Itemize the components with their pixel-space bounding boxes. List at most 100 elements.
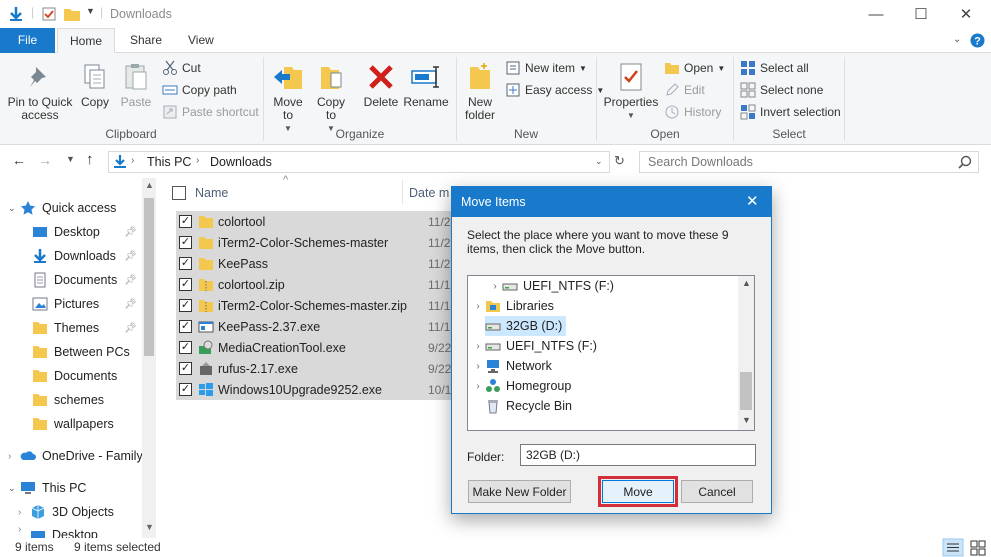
nav-item-themes[interactable]: Themes 📌︎ bbox=[32, 316, 137, 340]
scroll-up-icon[interactable]: ▲ bbox=[742, 278, 751, 288]
open-button[interactable]: Open ▼ bbox=[664, 58, 725, 78]
pin-to-quick-access-button[interactable]: Pin to Quick access bbox=[6, 61, 74, 122]
cut-button[interactable]: Cut bbox=[162, 58, 201, 78]
search-icon[interactable] bbox=[958, 155, 972, 169]
tree-item[interactable]: › Libraries bbox=[471, 296, 554, 316]
scroll-down-icon[interactable]: ▼ bbox=[742, 415, 751, 425]
collapse-chevron-icon[interactable]: ⌄ bbox=[8, 483, 20, 494]
row-checkbox[interactable]: ✓ bbox=[179, 236, 192, 249]
scroll-down-icon[interactable]: ▼ bbox=[145, 522, 154, 532]
dialog-title-bar[interactable]: Move Items ✕ bbox=[452, 187, 771, 217]
select-all-button[interactable]: Select all bbox=[740, 58, 809, 78]
nav-item-documents[interactable]: Documents 📌︎ bbox=[32, 268, 137, 292]
recent-locations-icon[interactable]: ▼ bbox=[66, 154, 75, 164]
row-checkbox[interactable]: ✓ bbox=[179, 341, 192, 354]
scroll-thumb[interactable] bbox=[740, 372, 752, 410]
new-folder-quick-icon[interactable] bbox=[64, 7, 80, 21]
nav-item-pictures[interactable]: Pictures 📌︎ bbox=[32, 292, 137, 316]
help-icon[interactable]: ? bbox=[970, 33, 985, 48]
row-checkbox[interactable]: ✓ bbox=[179, 362, 192, 375]
large-icons-view-icon[interactable] bbox=[968, 538, 988, 557]
maximize-button[interactable]: ☐ bbox=[898, 0, 944, 28]
tab-file[interactable]: File bbox=[0, 28, 55, 53]
delete-button[interactable]: Delete bbox=[361, 61, 401, 109]
row-checkbox[interactable]: ✓ bbox=[179, 257, 192, 270]
tab-home[interactable]: Home bbox=[57, 28, 115, 54]
customize-toolbar-icon[interactable]: ▼ bbox=[86, 6, 95, 16]
tree-item[interactable]: › UEFI_NTFS (F:) bbox=[471, 336, 597, 356]
folder-field[interactable]: 32GB (D:) bbox=[520, 444, 756, 466]
row-checkbox[interactable]: ✓ bbox=[179, 215, 192, 228]
expand-chevron-icon[interactable]: › bbox=[471, 381, 485, 392]
nav-item-schemes[interactable]: schemes bbox=[32, 388, 104, 412]
nav-desktop-partial[interactable]: › Desktop bbox=[18, 524, 98, 538]
invert-selection-button[interactable]: Invert selection bbox=[740, 102, 841, 122]
nav-quick-access[interactable]: ⌄ Quick access bbox=[8, 196, 116, 220]
breadcrumb-chevron-icon[interactable]: › bbox=[131, 155, 134, 166]
move-to-button[interactable]: Move to ▼ bbox=[269, 61, 307, 135]
select-none-button[interactable]: Select none bbox=[740, 80, 823, 100]
nav-3d-objects[interactable]: › 3D Objects bbox=[18, 500, 114, 524]
copy-path-button[interactable]: Copy path bbox=[162, 80, 237, 100]
up-arrow-icon[interactable]: ↑ bbox=[86, 151, 94, 168]
make-new-folder-button[interactable]: Make New Folder bbox=[468, 480, 571, 503]
breadcrumb-chevron-icon[interactable]: › bbox=[196, 155, 199, 166]
collapse-ribbon-icon[interactable]: ⌄ bbox=[953, 34, 961, 45]
paste-shortcut-button[interactable]: Paste shortcut bbox=[162, 102, 259, 122]
search-box[interactable]: Search Downloads bbox=[639, 151, 979, 173]
scroll-thumb[interactable] bbox=[144, 198, 154, 356]
tree-item[interactable]: Recycle Bin bbox=[485, 396, 572, 416]
breadcrumb-this-pc[interactable]: This PC bbox=[147, 155, 191, 169]
cancel-button[interactable]: Cancel bbox=[681, 480, 753, 503]
expand-chevron-icon[interactable]: › bbox=[8, 451, 20, 462]
nav-item-desktop[interactable]: Desktop 📌︎ bbox=[32, 220, 137, 244]
row-checkbox[interactable]: ✓ bbox=[179, 320, 192, 333]
tab-share[interactable]: Share bbox=[118, 28, 174, 53]
forward-arrow-icon[interactable]: → bbox=[38, 152, 52, 168]
easy-access-button[interactable]: Easy access ▼ bbox=[505, 80, 604, 100]
row-checkbox[interactable]: ✓ bbox=[179, 299, 192, 312]
properties-checkbox-icon[interactable] bbox=[42, 7, 56, 21]
dialog-close-icon[interactable]: ✕ bbox=[746, 192, 759, 210]
tree-item[interactable]: › Homegroup bbox=[471, 376, 571, 396]
expand-chevron-icon[interactable]: › bbox=[471, 361, 485, 372]
rename-button[interactable]: Rename bbox=[403, 61, 449, 109]
new-item-button[interactable]: New item ▼ bbox=[505, 58, 587, 78]
breadcrumb-downloads[interactable]: Downloads bbox=[210, 155, 272, 169]
expand-chevron-icon[interactable]: › bbox=[471, 301, 485, 312]
tab-view[interactable]: View bbox=[176, 28, 226, 53]
move-button[interactable]: Move bbox=[602, 480, 674, 503]
minimize-button[interactable]: — bbox=[853, 0, 899, 28]
new-folder-button[interactable]: New folder bbox=[460, 61, 500, 122]
folder-tree[interactable]: › UEFI_NTFS (F:) › Libraries 32GB (D:) ›… bbox=[467, 275, 755, 431]
nav-this-pc[interactable]: ⌄ This PC bbox=[8, 476, 86, 500]
expand-chevron-icon[interactable]: › bbox=[471, 341, 485, 352]
nav-item-documents-folder[interactable]: Documents bbox=[32, 364, 117, 388]
properties-button[interactable]: Properties ▼ bbox=[603, 61, 659, 122]
address-dropdown-icon[interactable]: ⌄ bbox=[595, 156, 603, 167]
copy-button[interactable]: Copy bbox=[78, 61, 112, 109]
nav-scrollbar[interactable]: ▲ ▼ bbox=[142, 178, 156, 538]
row-checkbox[interactable]: ✓ bbox=[179, 383, 192, 396]
tree-scrollbar[interactable]: ▲ ▼ bbox=[738, 276, 754, 430]
downloads-arrow-icon[interactable] bbox=[8, 6, 24, 22]
paste-button[interactable]: Paste bbox=[118, 61, 154, 109]
collapse-chevron-icon[interactable]: ⌄ bbox=[8, 203, 20, 214]
select-all-checkbox[interactable] bbox=[172, 186, 186, 200]
details-view-icon[interactable] bbox=[942, 538, 964, 557]
nav-item-wallpapers[interactable]: wallpapers bbox=[32, 412, 114, 436]
scroll-up-icon[interactable]: ▲ bbox=[145, 180, 154, 190]
column-header-date[interactable]: Date m bbox=[409, 186, 449, 200]
expand-chevron-icon[interactable]: › bbox=[18, 524, 30, 535]
edit-button[interactable]: Edit bbox=[664, 80, 705, 100]
history-button[interactable]: History bbox=[664, 102, 721, 122]
tree-item[interactable]: › Network bbox=[471, 356, 552, 376]
nav-item-downloads[interactable]: Downloads 📌︎ bbox=[32, 244, 137, 268]
column-header-name[interactable]: Name bbox=[195, 186, 228, 200]
row-checkbox[interactable]: ✓ bbox=[179, 278, 192, 291]
copy-to-button[interactable]: Copy to ▼ bbox=[312, 61, 350, 135]
back-arrow-icon[interactable]: ← bbox=[12, 152, 26, 168]
close-button[interactable]: ✕ bbox=[943, 0, 989, 28]
refresh-icon[interactable]: ↻ bbox=[614, 153, 625, 169]
expand-chevron-icon[interactable]: › bbox=[18, 507, 30, 518]
